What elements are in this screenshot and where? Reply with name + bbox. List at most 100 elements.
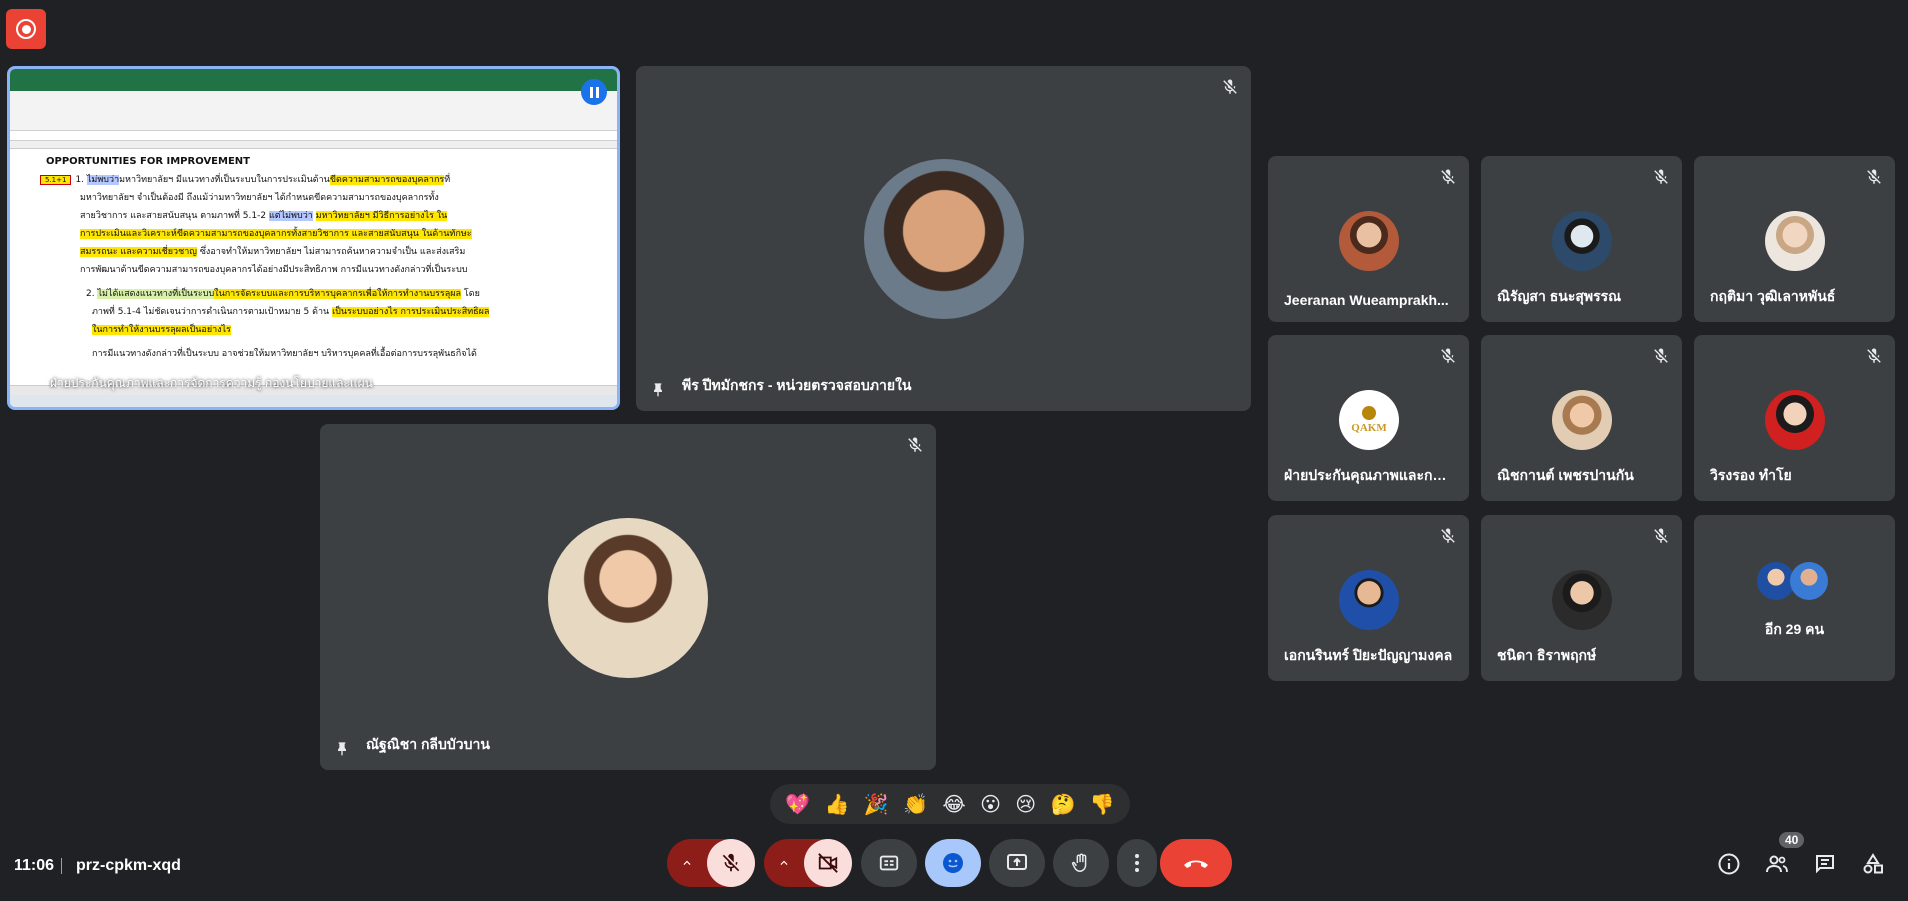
closed-captions-icon — [879, 855, 899, 871]
divider — [61, 858, 62, 874]
people-icon — [1766, 855, 1788, 873]
text-line: ภาพที่ 5.1-4 ไม่ชัดเจนว่าการดำเนินการตาม… — [92, 307, 333, 317]
text-line: ไม่ได้แสดงแนวทางที่เป็นระบบ — [97, 289, 215, 299]
text-line: ไม่พบว่า — [86, 175, 120, 185]
reaction-party-popper[interactable]: 🎉 — [864, 792, 889, 816]
sheet-heading: OPPORTUNITIES FOR IMPROVEMENT — [46, 156, 250, 167]
avatar — [1552, 570, 1612, 630]
chevron-up-icon[interactable] — [667, 839, 707, 887]
mic-off-icon — [722, 853, 740, 872]
pause-share-icon[interactable] — [581, 79, 607, 105]
camera-control — [764, 839, 852, 887]
text-line: การพัฒนาด้านขีดความสามารถของบุคลากรได้อย… — [80, 265, 468, 275]
pin-icon[interactable] — [650, 381, 666, 399]
participant-name: ฝ่ายประกันคุณภาพและการ... — [1284, 467, 1454, 483]
mic-off-icon — [1654, 528, 1668, 543]
participant-name: เอกนรินทร์ ปิยะปัญญามงคล — [1284, 647, 1453, 663]
participant-tile[interactable]: Jeeranan Wueamprakh... — [1268, 156, 1469, 322]
tag-label: 5.1+1 — [40, 175, 72, 185]
participant-name: พีร ปีทมักชกร - หน่วยตรวจสอบภายใน — [682, 377, 912, 393]
text-line: มหาวิทยาลัยฯ มีวิธีการอย่างไร ใน — [315, 211, 448, 221]
avatar — [1790, 562, 1828, 600]
chevron-up-icon[interactable] — [764, 839, 804, 887]
recording-icon[interactable] — [6, 9, 46, 49]
meeting-details-button[interactable] — [1716, 851, 1742, 877]
hang-up-icon — [1184, 860, 1208, 868]
reaction-surprised[interactable]: 😮 — [980, 792, 1001, 816]
reaction-sparkling-heart[interactable]: 💖 — [785, 792, 810, 816]
text-line: ในการจัดระบบและการบริหารบุคลากรเพื่อให้ก… — [214, 289, 462, 299]
windows-taskbar — [10, 395, 617, 407]
excel-ribbon — [10, 91, 617, 131]
mic-toggle-button[interactable] — [707, 839, 755, 887]
qakm-logo: QAKM — [1339, 390, 1399, 450]
text-line: มหาวิทยาลัยฯ มีแนวทางที่เป็นระบบในการประ… — [119, 175, 330, 185]
screen-share-tile[interactable]: OPPORTUNITIES FOR IMPROVEMENT 5.1+1 1. ไม… — [7, 66, 620, 410]
reaction-thumbs-down[interactable]: 👎 — [1090, 792, 1115, 816]
participant-tile-featured[interactable]: ณัฐณิชา กลีบบัวบาน — [320, 424, 936, 770]
avatar — [1339, 211, 1399, 271]
text-line: แต่ไม่พบว่า — [268, 211, 313, 221]
mic-off-icon — [1867, 169, 1881, 184]
more-participants-tile[interactable]: อีก 29 คน — [1694, 515, 1895, 681]
mic-off-icon — [1441, 528, 1455, 543]
leave-call-button[interactable] — [1160, 839, 1232, 887]
text-line: สมรรถนะ และความเชี่ยวชาญ — [80, 247, 197, 257]
avatar — [1339, 570, 1399, 630]
pin-icon[interactable] — [334, 740, 350, 758]
chat-icon — [1816, 855, 1834, 874]
raise-hand-button[interactable] — [1053, 839, 1109, 887]
hand-icon — [1071, 853, 1087, 872]
microphone-control — [667, 839, 755, 887]
avatar — [1552, 211, 1612, 271]
reaction-laughing[interactable]: 😂 — [942, 792, 965, 816]
participant-name: Jeeranan Wueamprakh... — [1284, 292, 1449, 308]
mic-off-icon — [1654, 348, 1668, 363]
mic-off-icon — [1441, 348, 1455, 363]
reaction-thumbs-up[interactable]: 👍 — [824, 792, 849, 816]
avatar — [548, 518, 708, 678]
mic-off-icon — [1223, 79, 1237, 94]
participant-tile[interactable]: ณิรัญสา ธนะสุพรรณ — [1481, 156, 1682, 322]
more-options-button[interactable] — [1117, 839, 1157, 887]
emoji-icon — [943, 853, 963, 873]
people-count-badge: 40 — [1779, 832, 1805, 848]
reaction-crying[interactable]: 😢 — [1015, 792, 1036, 816]
participant-name: กฤติมา วุฒิเลาหพันธ์ — [1710, 288, 1836, 304]
text-line: ขีดความสามารถของบุคลากร — [329, 175, 445, 185]
participant-tile[interactable]: ชนิดา ธิราพฤกษ์ — [1481, 515, 1682, 681]
camera-toggle-button[interactable] — [804, 839, 852, 887]
camera-off-icon — [818, 853, 838, 873]
avatar — [864, 159, 1024, 319]
participant-name: ชนิดา ธิราพฤกษ์ — [1497, 647, 1597, 663]
reaction-clapping[interactable]: 👏 — [903, 792, 928, 816]
participant-tile-featured[interactable]: พีร ปีทมักชกร - หน่วยตรวจสอบภายใน — [636, 66, 1251, 411]
captions-button[interactable] — [861, 839, 917, 887]
avatar — [1552, 390, 1612, 450]
excel-formula-bar — [10, 131, 617, 141]
mic-off-icon — [1867, 348, 1881, 363]
participant-tile[interactable]: กฤติมา วุฒิเลาหพันธ์ — [1694, 156, 1895, 322]
participant-tile[interactable]: QAKM ฝ่ายประกันคุณภาพและการ... — [1268, 335, 1469, 501]
participant-tile[interactable]: วิรงรอง ทำโย — [1694, 335, 1895, 501]
participant-name: ณิรัญสา ธนะสุพรรณ — [1497, 288, 1622, 304]
chat-button[interactable] — [1812, 851, 1838, 877]
text-line: โดย — [461, 289, 480, 299]
mic-off-icon — [1654, 169, 1668, 184]
present-screen-button[interactable] — [989, 839, 1045, 887]
text-line: การประเมินและวิเคราะห์ขีดความสามารถของบุ… — [80, 229, 472, 239]
people-button[interactable] — [1764, 851, 1790, 877]
text-line: ซึ่งอาจทำให้มหาวิทยาลัยฯ ไม่สามารถค้นหาค… — [196, 247, 466, 257]
avatar — [1765, 390, 1825, 450]
meeting-code: prz-cpkm-xqd — [76, 857, 181, 874]
more-count-label: อีก 29 คน — [1764, 621, 1825, 637]
activities-button[interactable] — [1860, 851, 1886, 877]
mic-off-icon — [1441, 169, 1455, 184]
reactions-bar: 💖 👍 🎉 👏 😂 😮 😢 🤔 👎 — [770, 784, 1130, 824]
avatar — [1765, 211, 1825, 271]
participant-tile[interactable]: ณิชกานต์ เพชรปานกัน — [1481, 335, 1682, 501]
meeting-time: 11:06 — [14, 857, 55, 874]
participant-tile[interactable]: เอกนรินทร์ ปิยะปัญญามงคล — [1268, 515, 1469, 681]
reactions-button[interactable] — [925, 839, 981, 887]
reaction-thinking[interactable]: 🤔 — [1051, 792, 1076, 816]
